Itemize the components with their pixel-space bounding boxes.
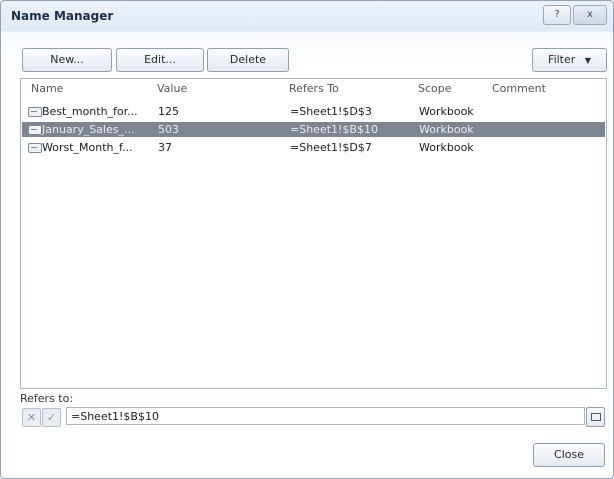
list-item[interactable]: Worst_Month_f... 37 =Sheet1!$D$7 Workboo… xyxy=(22,140,605,155)
value-cell: 37 xyxy=(158,141,172,154)
close-button[interactable]: Close xyxy=(533,443,605,467)
column-header-refers-to[interactable]: Refers To xyxy=(289,82,339,95)
name-cell: January_Sales_... xyxy=(42,123,135,136)
name-cell: Best_month_for... xyxy=(42,105,138,118)
named-range-icon xyxy=(28,107,42,117)
filter-label: Filter xyxy=(548,53,576,66)
refers-to-input[interactable]: =Sheet1!$B$10 xyxy=(66,407,585,425)
column-header-value[interactable]: Value xyxy=(157,82,187,95)
close-window-button[interactable]: x xyxy=(573,5,607,25)
name-manager-dialog: Name Manager ? x New... Edit... Delete F… xyxy=(0,0,614,479)
commit-edit-icon[interactable]: ✓ xyxy=(42,408,61,427)
refers-to-bar: ✕ ✓ =Sheet1!$B$10 xyxy=(20,406,605,428)
value-cell: 125 xyxy=(158,105,179,118)
new-button[interactable]: New... xyxy=(22,48,112,72)
scope-cell: Workbook xyxy=(419,105,474,118)
column-header-scope[interactable]: Scope xyxy=(418,82,452,95)
named-range-icon xyxy=(28,125,42,135)
named-range-icon xyxy=(28,143,42,153)
refers-to-label: Refers to: xyxy=(20,392,74,405)
scope-cell: Workbook xyxy=(419,141,474,154)
names-list[interactable]: Name Value Refers To Scope Comment Best_… xyxy=(20,78,607,389)
name-cell: Worst_Month_f... xyxy=(42,141,133,154)
cancel-edit-icon[interactable]: ✕ xyxy=(22,408,41,427)
list-item[interactable]: Best_month_for... 125 =Sheet1!$D$3 Workb… xyxy=(22,104,605,119)
scope-cell: Workbook xyxy=(419,123,474,136)
chevron-down-icon: ▼ xyxy=(584,56,591,65)
column-header-comment[interactable]: Comment xyxy=(492,82,546,95)
value-cell: 503 xyxy=(158,123,179,136)
delete-button[interactable]: Delete xyxy=(207,48,289,72)
collapse-dialog-icon[interactable] xyxy=(586,407,605,427)
edit-button[interactable]: Edit... xyxy=(116,48,204,72)
help-button[interactable]: ? xyxy=(543,5,571,25)
column-header-name[interactable]: Name xyxy=(31,82,63,95)
title-bar-buttons: ? x xyxy=(543,5,607,25)
refers-to-cell: =Sheet1!$D$3 xyxy=(290,105,372,118)
refers-to-cell: =Sheet1!$D$7 xyxy=(290,141,372,154)
dialog-title: Name Manager xyxy=(11,9,114,23)
list-item-selected[interactable]: January_Sales_... 503 =Sheet1!$B$10 Work… xyxy=(22,122,605,137)
filter-button[interactable]: Filter ▼ xyxy=(532,48,607,72)
refers-to-cell: =Sheet1!$B$10 xyxy=(290,123,378,136)
